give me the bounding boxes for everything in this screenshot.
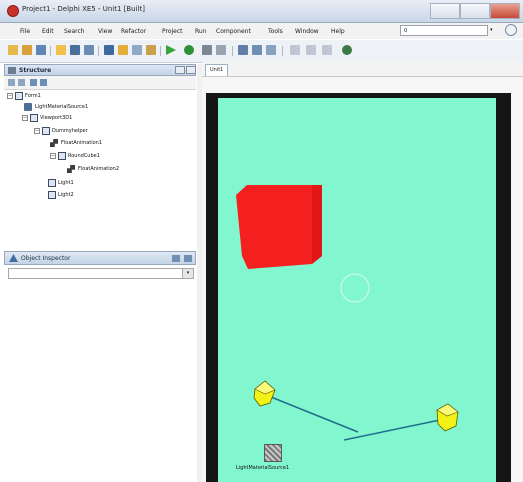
close-panel-button[interactable]	[186, 66, 196, 74]
view-unit-icon[interactable]	[104, 45, 114, 55]
chevron-down-icon[interactable]: ▾	[182, 269, 193, 278]
remove-icon[interactable]	[306, 45, 316, 55]
step-over-icon[interactable]	[238, 45, 248, 55]
menu-run[interactable]: Run	[195, 28, 207, 35]
ide-search-input[interactable]: 0	[400, 25, 488, 36]
form-icon	[58, 152, 66, 160]
delphi-app-icon	[7, 5, 19, 17]
form-icon	[15, 92, 23, 100]
animation-icon	[50, 139, 58, 147]
light1-gizmo[interactable]	[253, 380, 276, 407]
viewport3d-canvas[interactable]: LightMaterialSource1	[218, 98, 496, 482]
view-form-icon[interactable]	[118, 45, 128, 55]
run-to-cursor-icon[interactable]	[266, 45, 276, 55]
light-material-source-label: LightMaterialSource1	[236, 465, 290, 471]
save-all-icon[interactable]	[70, 45, 80, 55]
light2-gizmo[interactable]	[436, 403, 459, 432]
menu-project[interactable]: Project	[162, 28, 183, 35]
form-icon	[30, 114, 38, 122]
menu-search[interactable]: Search	[64, 28, 85, 35]
light-material-source-icon[interactable]	[264, 444, 282, 462]
close-file-icon[interactable]	[84, 45, 94, 55]
menu-view[interactable]: View	[98, 28, 112, 35]
pause-icon[interactable]	[202, 45, 212, 55]
object-inspector-title: Object Inspector	[21, 255, 71, 262]
menu-edit[interactable]: Edit	[42, 28, 54, 35]
structure-title: Structure	[19, 67, 52, 74]
object-inspector-body	[4, 281, 196, 482]
help-icon[interactable]	[505, 24, 517, 36]
add-icon[interactable]	[290, 45, 300, 55]
move-down-icon[interactable]	[40, 79, 47, 86]
form-icon	[48, 191, 56, 199]
title-bar: Project1 - Delphi XE5 - Unit1 [Built]	[0, 0, 523, 23]
structure-toolbar	[4, 76, 196, 90]
toggle-form-icon[interactable]	[132, 45, 142, 55]
menu-tools[interactable]: Tools	[268, 28, 283, 35]
expand-icon[interactable]	[8, 79, 15, 86]
menu-help[interactable]: Help	[331, 28, 345, 35]
form-icon	[48, 179, 56, 187]
toolbar	[0, 40, 523, 63]
collapse-icon[interactable]	[18, 79, 25, 86]
menu-refactor[interactable]: Refactor	[121, 28, 146, 35]
trace-into-icon[interactable]	[252, 45, 262, 55]
chevron-down-icon[interactable]: ▾	[490, 27, 493, 33]
close-button[interactable]	[490, 3, 520, 19]
light1-direction-line	[265, 394, 359, 433]
dummy-gizmo	[340, 273, 370, 303]
menu-window[interactable]: Window	[295, 28, 319, 35]
round-cube[interactable]	[236, 185, 322, 269]
object-inspector-header: Object Inspector	[4, 251, 196, 265]
stop-icon[interactable]	[216, 45, 226, 55]
pin-icon[interactable]	[172, 255, 180, 262]
maximize-button[interactable]	[460, 3, 490, 19]
collapse-toggle[interactable]: −	[34, 128, 40, 134]
move-icon[interactable]	[322, 45, 332, 55]
object-inspector-icon	[9, 254, 18, 262]
pin-button[interactable]	[175, 66, 185, 74]
menu-component[interactable]: Component	[216, 28, 251, 35]
tab-unit1[interactable]: Unit1	[205, 64, 229, 76]
structure-tree: − Form1 LightMaterialSource1 − Viewport3…	[4, 90, 196, 240]
open-folder-icon[interactable]	[22, 45, 32, 55]
menu-file[interactable]: File	[20, 28, 30, 35]
minimize-button[interactable]	[430, 3, 460, 19]
light2-direction-line	[343, 419, 441, 441]
scene-svg	[236, 185, 459, 441]
globe-icon[interactable]	[342, 45, 352, 55]
run-without-debug-icon[interactable]	[184, 45, 194, 55]
component-icon	[24, 103, 32, 111]
open-project-icon[interactable]	[56, 45, 66, 55]
form-icon	[42, 127, 50, 135]
save-icon[interactable]	[36, 45, 46, 55]
collapse-toggle[interactable]: −	[22, 115, 28, 121]
structure-panel-header: Structure	[4, 64, 196, 76]
window-title: Project1 - Delphi XE5 - Unit1 [Built]	[22, 5, 145, 13]
new-icon[interactable]	[8, 45, 18, 55]
new-form-icon[interactable]	[146, 45, 156, 55]
object-selector-dropdown[interactable]: ▾	[8, 268, 194, 279]
collapse-toggle[interactable]: −	[7, 93, 13, 99]
structure-icon	[8, 67, 16, 74]
run-icon[interactable]	[166, 45, 176, 55]
close-icon[interactable]	[184, 255, 192, 262]
designer-tab-bar: Unit1	[202, 62, 523, 77]
collapse-toggle[interactable]: −	[50, 153, 56, 159]
move-up-icon[interactable]	[30, 79, 37, 86]
animation-icon	[67, 165, 75, 173]
